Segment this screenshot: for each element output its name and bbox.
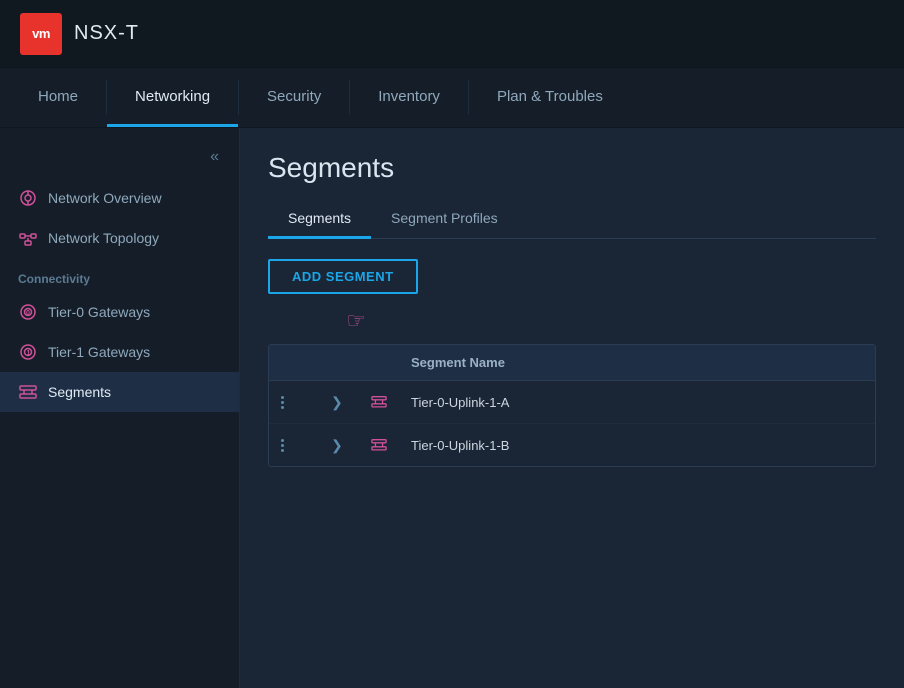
sidebar-label-tier0: Tier-0 Gateways [48,304,150,320]
sidebar-label-tier1: Tier-1 Gateways [48,344,150,360]
chevron-right-icon[interactable]: ❯ [331,394,343,411]
add-segment-button[interactable]: ADD SEGMENT [268,259,418,294]
row2-dots[interactable] [269,424,319,466]
table-row: ❯ Tier-0-Uplink-1-B [269,424,875,466]
topology-icon [18,228,38,248]
sidebar-item-network-topology[interactable]: Network Topology [0,218,239,258]
dots-menu-icon[interactable] [281,396,284,409]
table-row: ❯ Tier-0-Uplink-1-A [269,381,875,424]
col-header-expand [319,345,359,380]
sidebar: « Network Overview [0,128,240,688]
sidebar-collapse: « [0,138,239,178]
row1-expand[interactable]: ❯ [319,381,359,423]
sidebar-item-network-overview[interactable]: Network Overview [0,178,239,218]
tab-networking[interactable]: Networking [107,68,238,127]
segments-icon [18,382,38,402]
tab-plan-troubles[interactable]: Plan & Troubles [469,68,631,127]
svg-text:0: 0 [26,310,30,317]
sidebar-label-network-overview: Network Overview [48,190,162,206]
tier0-icon: 0 [18,302,38,322]
main-layout: « Network Overview [0,128,904,688]
tab-security[interactable]: Security [239,68,349,127]
segment-topology-icon [371,436,387,454]
row2-expand[interactable]: ❯ [319,424,359,466]
sidebar-item-tier0-gateways[interactable]: 0 Tier-0 Gateways [0,292,239,332]
collapse-button[interactable]: « [204,146,225,168]
sidebar-label-network-topology: Network Topology [48,230,159,246]
col-header-actions [269,345,319,380]
segment-topology-icon [371,393,387,411]
logo-text: vm [32,26,50,41]
row1-name: Tier-0-Uplink-1-A [399,381,875,423]
content-area: Segments Segments Segment Profiles ADD S… [240,128,904,688]
sub-tab-segments[interactable]: Segments [268,202,371,239]
tier1-icon: 1 [18,342,38,362]
sidebar-item-tier1-gateways[interactable]: 1 Tier-1 Gateways [0,332,239,372]
nav-tabs: Home Networking Security Inventory Plan … [0,68,904,128]
row1-dots[interactable] [269,381,319,423]
row2-name: Tier-0-Uplink-1-B [399,424,875,466]
sub-tab-segment-profiles[interactable]: Segment Profiles [371,202,518,239]
sidebar-label-segments: Segments [48,384,111,400]
row2-icon [359,424,399,466]
chevron-right-icon[interactable]: ❯ [331,437,343,454]
top-bar: vm NSX-T [0,0,904,68]
cursor-icon: ☞ [346,308,366,334]
col-header-icon [359,345,399,380]
col-header-name: Segment Name [399,345,875,380]
svg-text:1: 1 [27,350,31,357]
tab-inventory[interactable]: Inventory [350,68,468,127]
sidebar-item-segments[interactable]: Segments [0,372,239,412]
app-title: NSX-T [74,22,139,45]
logo-box: vm [20,13,62,55]
segment-table: Segment Name ❯ [268,344,876,467]
tab-home[interactable]: Home [10,68,106,127]
sub-tabs: Segments Segment Profiles [268,202,876,239]
table-header: Segment Name [269,345,875,381]
connectivity-section-label: Connectivity [0,258,239,292]
overview-icon [18,188,38,208]
dots-menu-icon[interactable] [281,439,284,452]
page-title: Segments [268,152,876,184]
row1-icon [359,381,399,423]
